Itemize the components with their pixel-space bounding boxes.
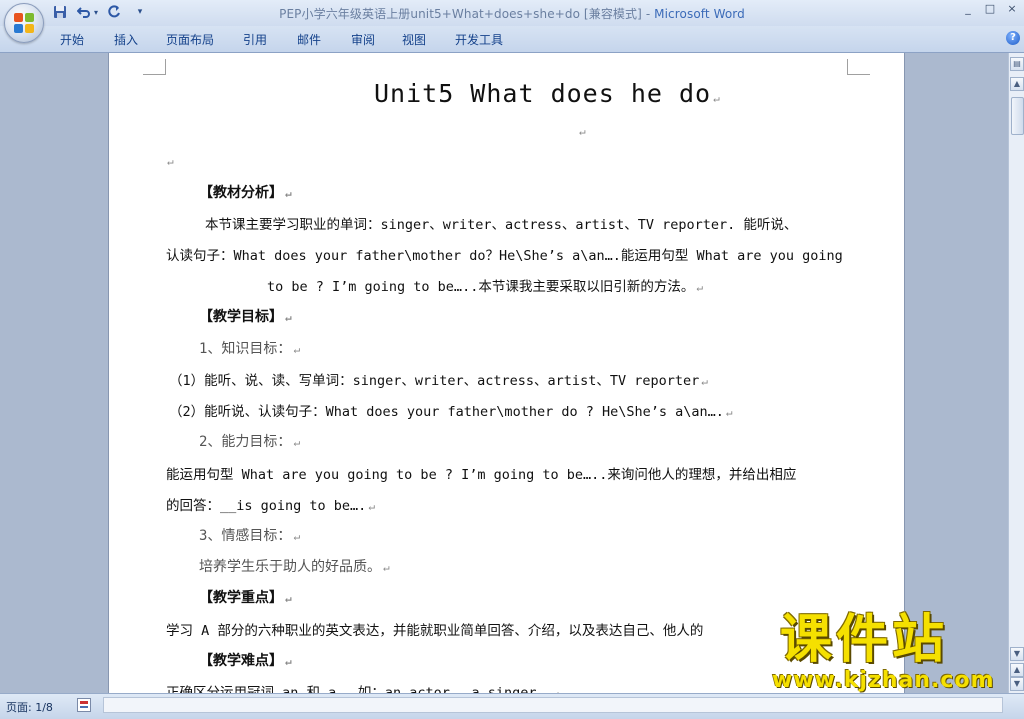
paragraph-mark: ↵	[579, 125, 586, 138]
document-title: Unit5 What does he do ↵	[374, 79, 721, 108]
document-title-text: PEP小学六年级英语上册unit5+What+does+she+do [兼容模式…	[279, 7, 655, 21]
body-line: 3、情感目标： ↵	[199, 528, 301, 544]
body-line: （1）能听、说、读、写单词：singer、writer、actress、arti…	[169, 373, 708, 389]
margin-marker-right	[847, 59, 870, 75]
title-bar: ▾ ▾ PEP小学六年级英语上册unit5+What+does+she+do […	[0, 0, 1024, 43]
ribbon-tabs: 开始 插入 页面布局 引用 邮件 审阅 视图 开发工具 ?	[0, 26, 1024, 53]
body-line: to be ? I’m going to be…..本节课我主要采取以旧引新的方…	[267, 279, 703, 295]
margin-marker-left	[143, 59, 166, 75]
close-icon[interactable]: ×	[1004, 2, 1020, 16]
app-name: Microsoft Word	[654, 7, 745, 21]
section-heading: 【教学难点】 ↵	[199, 653, 292, 669]
help-icon[interactable]: ?	[1006, 31, 1020, 45]
proofing-icon[interactable]	[77, 698, 91, 712]
body-line: 正确区分运用冠词 an 和 a ，如：an actor ，a singer，↵	[166, 685, 559, 693]
body-line: 能运用句型 What are you going to be ? I’m goi…	[166, 467, 797, 483]
section-heading: 【教材分析】 ↵	[199, 185, 292, 201]
scroll-up-icon[interactable]: ▲	[1010, 77, 1024, 91]
body-line: （2）能听说、认读句子：What does your father\mother…	[169, 404, 733, 420]
office-button[interactable]	[4, 3, 44, 43]
scroll-down-icon[interactable]: ▼	[1010, 647, 1024, 661]
document-page[interactable]: Unit5 What does he do ↵ ↵ ↵ 【教材分析】 ↵ 本节课主要…	[109, 53, 904, 693]
horizontal-scrollbar[interactable]	[103, 697, 1003, 713]
ruler-toggle-icon[interactable]: ▤	[1010, 57, 1024, 71]
body-line: 认读句子：What does your father\mother do？He\…	[166, 248, 843, 264]
document-area: Unit5 What does he do ↵ ↵ ↵ 【教材分析】 ↵ 本节课主要…	[0, 53, 1008, 693]
window-title: PEP小学六年级英语上册unit5+What+does+she+do [兼容模式…	[0, 5, 1024, 22]
status-bar: 页面: 1/8	[0, 693, 1024, 719]
previous-page-icon[interactable]: ▲	[1010, 663, 1024, 677]
vertical-scrollbar[interactable]: ▤ ▲ ▼ ▲ ▼	[1008, 53, 1024, 693]
scroll-thumb[interactable]	[1011, 97, 1024, 135]
tab-developer[interactable]: 开发工具	[455, 31, 503, 48]
section-heading: 【教学目标】 ↵	[199, 309, 292, 325]
watermark-url: www.kjzhan.com	[772, 668, 995, 693]
window-controls: _ □ ×	[960, 2, 1020, 16]
minimize-icon[interactable]: _	[960, 2, 976, 16]
section-heading: 【教学重点】 ↵	[199, 590, 292, 606]
tab-review[interactable]: 审阅	[351, 31, 375, 48]
page-count[interactable]: 页面: 1/8	[6, 699, 53, 715]
body-line: 本节课主要学习职业的单词：singer、writer、actress、artis…	[205, 217, 798, 233]
body-line: 1、知识目标： ↵	[199, 341, 301, 357]
body-line: 培养学生乐于助人的好品质。 ↵	[199, 559, 390, 575]
tab-page-layout[interactable]: 页面布局	[166, 31, 214, 48]
tab-insert[interactable]: 插入	[114, 31, 138, 48]
tab-references[interactable]: 引用	[243, 31, 267, 48]
tab-home[interactable]: 开始	[60, 31, 84, 48]
next-page-icon[interactable]: ▼	[1010, 677, 1024, 691]
office-logo-icon	[14, 13, 34, 33]
tab-mailings[interactable]: 邮件	[297, 31, 321, 48]
body-line: 2、能力目标： ↵	[199, 434, 301, 450]
body-line: 的回答：__is going to be…. ↵	[166, 498, 375, 514]
body-line: 学习 A 部分的六种职业的英文表达，并能就职业简单回答、介绍，以及表达自己、他人…	[166, 623, 704, 639]
watermark-logo: 课件站	[780, 610, 949, 670]
paragraph-mark: ↵	[167, 155, 174, 168]
tab-view[interactable]: 视图	[402, 31, 426, 48]
restore-icon[interactable]: □	[982, 2, 998, 16]
